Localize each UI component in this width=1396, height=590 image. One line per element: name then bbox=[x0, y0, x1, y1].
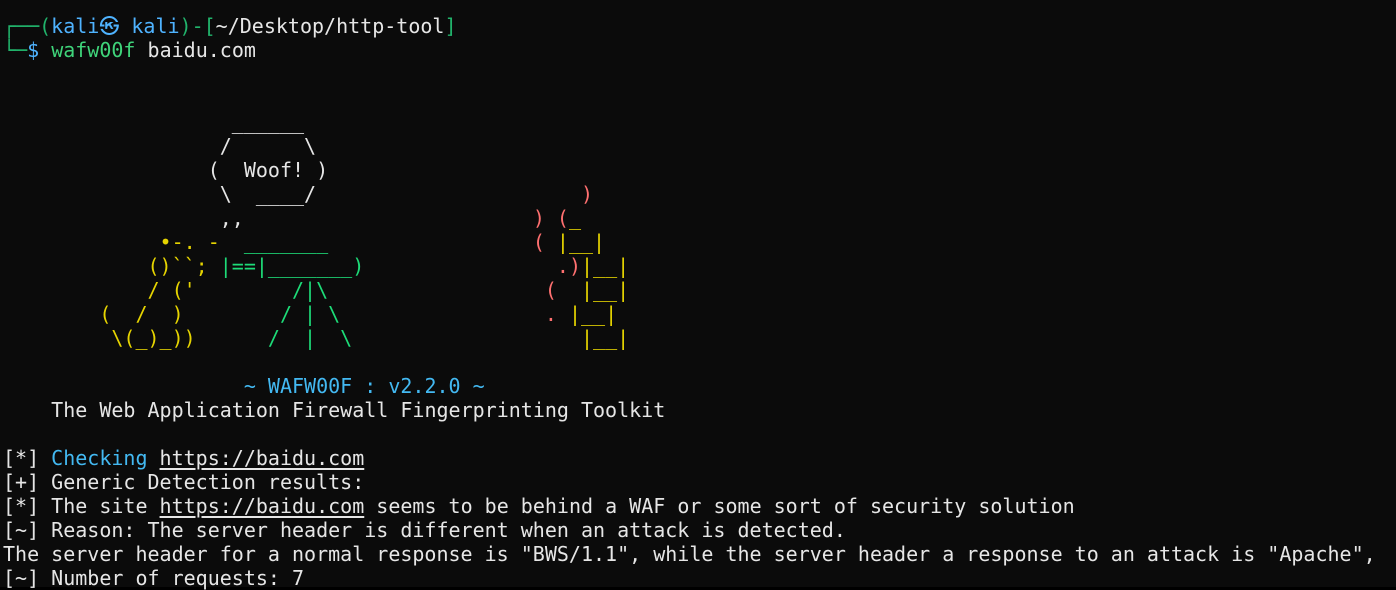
ascii-art-segment bbox=[352, 326, 581, 350]
ascii-art-row: / (' /|\ ( |__| bbox=[3, 278, 1396, 302]
generic-detection-line: [+] Generic Detection results: bbox=[3, 470, 365, 494]
ascii-art-segment: |__| bbox=[580, 326, 630, 350]
site-prefix: [*] The site bbox=[3, 494, 160, 518]
ascii-art-segment: _______ bbox=[219, 230, 329, 254]
command-argument: baidu.com bbox=[135, 38, 256, 62]
checking-prefix: [*] bbox=[3, 446, 52, 470]
prompt-dollar: $ bbox=[27, 38, 52, 62]
prompt-frame-mid: )-[ bbox=[179, 14, 216, 38]
version-text: ~ WAFW00F : v2.2.0 ~ bbox=[243, 374, 485, 398]
ascii-art-segment: ( / ) bbox=[3, 302, 184, 326]
ascii-art-segment: \ ____/ bbox=[3, 182, 317, 206]
ascii-art-segment: |__| bbox=[581, 254, 630, 278]
ascii-art-segment: / | \ bbox=[183, 302, 341, 326]
checking-line: [*] Checking https://baidu.com bbox=[3, 446, 1396, 470]
ascii-art-row: ,, ) (_ bbox=[3, 206, 1396, 230]
ascii-art-segment: ( bbox=[328, 278, 569, 302]
ascii-art-segment: |__| bbox=[568, 302, 618, 326]
prompt-line: ┌──(kali㉿ kali)-[~/Desktop/http-tool] bbox=[3, 14, 1396, 38]
ascii-art-segment: •-. - bbox=[3, 230, 220, 254]
ascii-art-row: ( / ) / | \ . |__| bbox=[3, 302, 1396, 326]
command-line[interactable]: └─$ wafw00f baidu.com bbox=[3, 38, 1396, 62]
ascii-banner: ______ / \ ( Woof! ) \ ____/ ) ,, ) (_ •… bbox=[3, 110, 1396, 350]
terminal-window[interactable]: ┌──(kali㉿ kali)-[~/Desktop/http-tool] └─… bbox=[3, 14, 1396, 590]
prompt-frame-bottom: └─ bbox=[3, 38, 28, 62]
ascii-art-segment: / \ bbox=[3, 134, 317, 158]
ascii-art-segment: / (' bbox=[3, 278, 196, 302]
prompt-path: ~/Desktop/http-tool bbox=[215, 14, 445, 38]
ascii-art-segment: / | \ bbox=[195, 326, 353, 350]
ascii-art-row: \ ____/ ) bbox=[3, 182, 1396, 206]
ascii-art-row: ( Woof! ) bbox=[3, 158, 1396, 182]
ascii-art-segment: ( Woof! ) bbox=[3, 158, 329, 182]
site-suffix: seems to be behind a WAF or some sort of… bbox=[364, 494, 1075, 518]
prompt-user-host: kali㉿ kali bbox=[51, 14, 180, 38]
ascii-art-segment: |==|_______) bbox=[219, 254, 365, 278]
ascii-art-segment: ) bbox=[316, 182, 594, 206]
ascii-art-row: / \ bbox=[3, 134, 1396, 158]
ascii-art-row: •-. - _______ ( |__| bbox=[3, 230, 1396, 254]
command-name: wafw00f bbox=[51, 38, 136, 62]
server-header-line: The server header for a normal response … bbox=[3, 542, 1376, 566]
prompt-frame: ┌──( bbox=[3, 14, 52, 38]
requests-count-line: [~] Number of requests: 7 bbox=[3, 566, 305, 590]
ascii-art-segment: |__| bbox=[568, 278, 630, 302]
ascii-art-segment: \(_)_)) bbox=[3, 326, 196, 350]
tagline-text: The Web Application Firewall Fingerprint… bbox=[51, 398, 666, 422]
ascii-art-segment: .) bbox=[364, 254, 581, 278]
tagline-line: The Web Application Firewall Fingerprint… bbox=[3, 398, 1396, 422]
ascii-art-segment: /|\ bbox=[195, 278, 329, 302]
version-line: ~ WAFW00F : v2.2.0 ~ bbox=[3, 374, 1396, 398]
ascii-art-row: ()``; |==|_______) .)|__| bbox=[3, 254, 1396, 278]
ascii-art-segment: ()``; bbox=[3, 254, 220, 278]
checking-url-link[interactable]: https://baidu.com bbox=[160, 446, 365, 470]
ascii-art-segment: ( bbox=[328, 230, 557, 254]
prompt-frame-close: ] bbox=[444, 14, 457, 38]
checking-label: Checking bbox=[51, 446, 148, 470]
ascii-art-segment: _ bbox=[568, 206, 581, 230]
site-url-link[interactable]: https://baidu.com bbox=[160, 494, 365, 518]
site-line: [*] The site https://baidu.com seems to … bbox=[3, 494, 1396, 518]
ascii-art-segment: ) ( bbox=[243, 206, 569, 230]
ascii-art-segment: ,, bbox=[3, 206, 244, 230]
ascii-art-segment: . bbox=[340, 302, 569, 326]
ascii-art-row: \(_)_)) / | \ |__| bbox=[3, 326, 1396, 350]
ascii-art-segment: |__| bbox=[556, 230, 606, 254]
ascii-art-row: ______ bbox=[3, 110, 1396, 134]
reason-line: [~] Reason: The server header is differe… bbox=[3, 518, 846, 542]
ascii-art-segment: ______ bbox=[3, 110, 305, 134]
